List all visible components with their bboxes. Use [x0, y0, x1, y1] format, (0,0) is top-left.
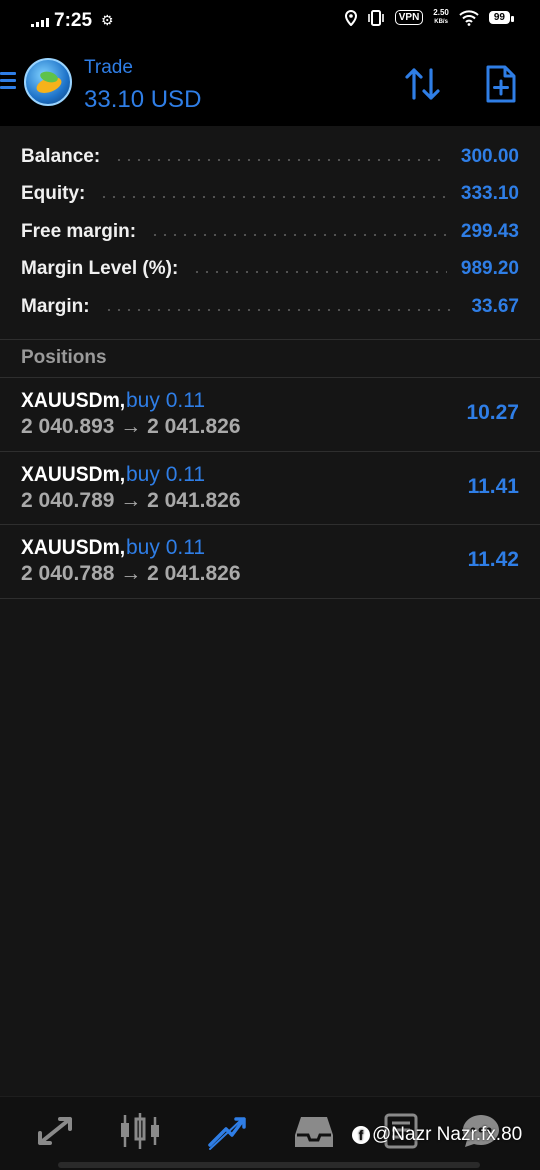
equity-subtitle: 33.10 USD: [84, 86, 202, 113]
sort-icon[interactable]: [404, 66, 442, 102]
dotted-leader: [114, 158, 447, 161]
vpn-badge: VPN: [394, 10, 424, 25]
location-icon: [344, 9, 357, 26]
page-title: Trade: [84, 57, 133, 78]
watermark-text: @Nazr Nazr.fx.80: [372, 1124, 523, 1145]
position-profit: 11.42: [467, 548, 519, 571]
position-row[interactable]: XAUUSDm, buy 0.11 2 040.893 → 2 041.826 …: [0, 378, 540, 452]
dotted-leader: [192, 271, 447, 274]
status-bar: 7:25 ⚙ VPN 2.50 KB/s 99: [0, 0, 540, 44]
dotted-leader: [103, 308, 458, 311]
account-summary: Balance: 300.00 Equity: 333.10 Free marg…: [0, 138, 540, 326]
watermark: f @Nazr Nazr.fx.80: [352, 1124, 522, 1146]
summary-value: 299.43: [460, 220, 519, 242]
summary-row-free-margin: Free margin: 299.43: [0, 213, 540, 251]
status-time: 7:25: [54, 10, 93, 31]
position-prices: 2 040.789 → 2 041.826: [21, 488, 241, 512]
signal-icon: [31, 17, 49, 27]
position-prices: 2 040.893 → 2 041.826: [21, 415, 241, 438]
history-icon[interactable]: [291, 1111, 337, 1151]
facebook-icon: f: [352, 1125, 370, 1144]
summary-label: Margin:: [21, 295, 90, 317]
menu-icon[interactable]: [0, 72, 16, 90]
position-side: buy 0.11: [126, 389, 206, 412]
summary-label: Free margin:: [21, 220, 137, 242]
position-row[interactable]: XAUUSDm, buy 0.11 2 040.788 → 2 041.826 …: [0, 525, 540, 599]
position-side: buy 0.11: [126, 462, 206, 486]
summary-value: 300.00: [460, 145, 519, 167]
dotted-leader: [150, 233, 447, 236]
position-side: buy 0.11: [126, 536, 206, 559]
summary-row-balance: Balance: 300.00: [0, 138, 540, 176]
summary-row-margin: Margin: 33.67: [0, 288, 540, 326]
position-prices: 2 040.788 → 2 041.826: [21, 562, 241, 585]
position-symbol: XAUUSDm,: [21, 536, 126, 559]
positions-section-header: Positions: [0, 339, 540, 378]
quotes-icon[interactable]: [32, 1111, 78, 1151]
summary-label: Balance:: [21, 145, 101, 167]
network-speed: 2.50 KB/s: [433, 8, 449, 26]
app-logo: [24, 58, 72, 106]
position-symbol: XAUUSDm,: [21, 462, 126, 486]
dotted-leader: [99, 196, 447, 199]
summary-label: Margin Level (%):: [21, 258, 179, 280]
position-symbol: XAUUSDm,: [21, 389, 126, 412]
summary-row-equity: Equity: 333.10: [0, 176, 540, 214]
summary-value: 333.10: [460, 183, 519, 205]
settings-notification-icon: ⚙: [101, 12, 114, 28]
summary-value: 33.67: [471, 295, 519, 317]
new-order-icon[interactable]: [484, 64, 518, 104]
position-profit: 11.41: [467, 474, 519, 498]
app-header: Trade 33.10 USD: [0, 44, 540, 126]
summary-row-margin-level: Margin Level (%): 989.20: [0, 251, 540, 289]
vibrate-icon: [367, 9, 384, 26]
battery-indicator: 99: [488, 11, 515, 24]
trade-icon[interactable]: [204, 1111, 250, 1151]
summary-value: 989.20: [460, 258, 519, 280]
position-row[interactable]: XAUUSDm, buy 0.11 2 040.789 → 2 041.826 …: [0, 452, 540, 525]
home-indicator[interactable]: [58, 1162, 480, 1168]
chart-icon[interactable]: [117, 1111, 163, 1151]
wifi-icon: [459, 9, 479, 26]
position-profit: 10.27: [466, 401, 519, 424]
positions-list: XAUUSDm, buy 0.11 2 040.893 → 2 041.826 …: [0, 378, 540, 599]
positions-title: Positions: [21, 347, 107, 368]
summary-label: Equity:: [21, 183, 86, 205]
